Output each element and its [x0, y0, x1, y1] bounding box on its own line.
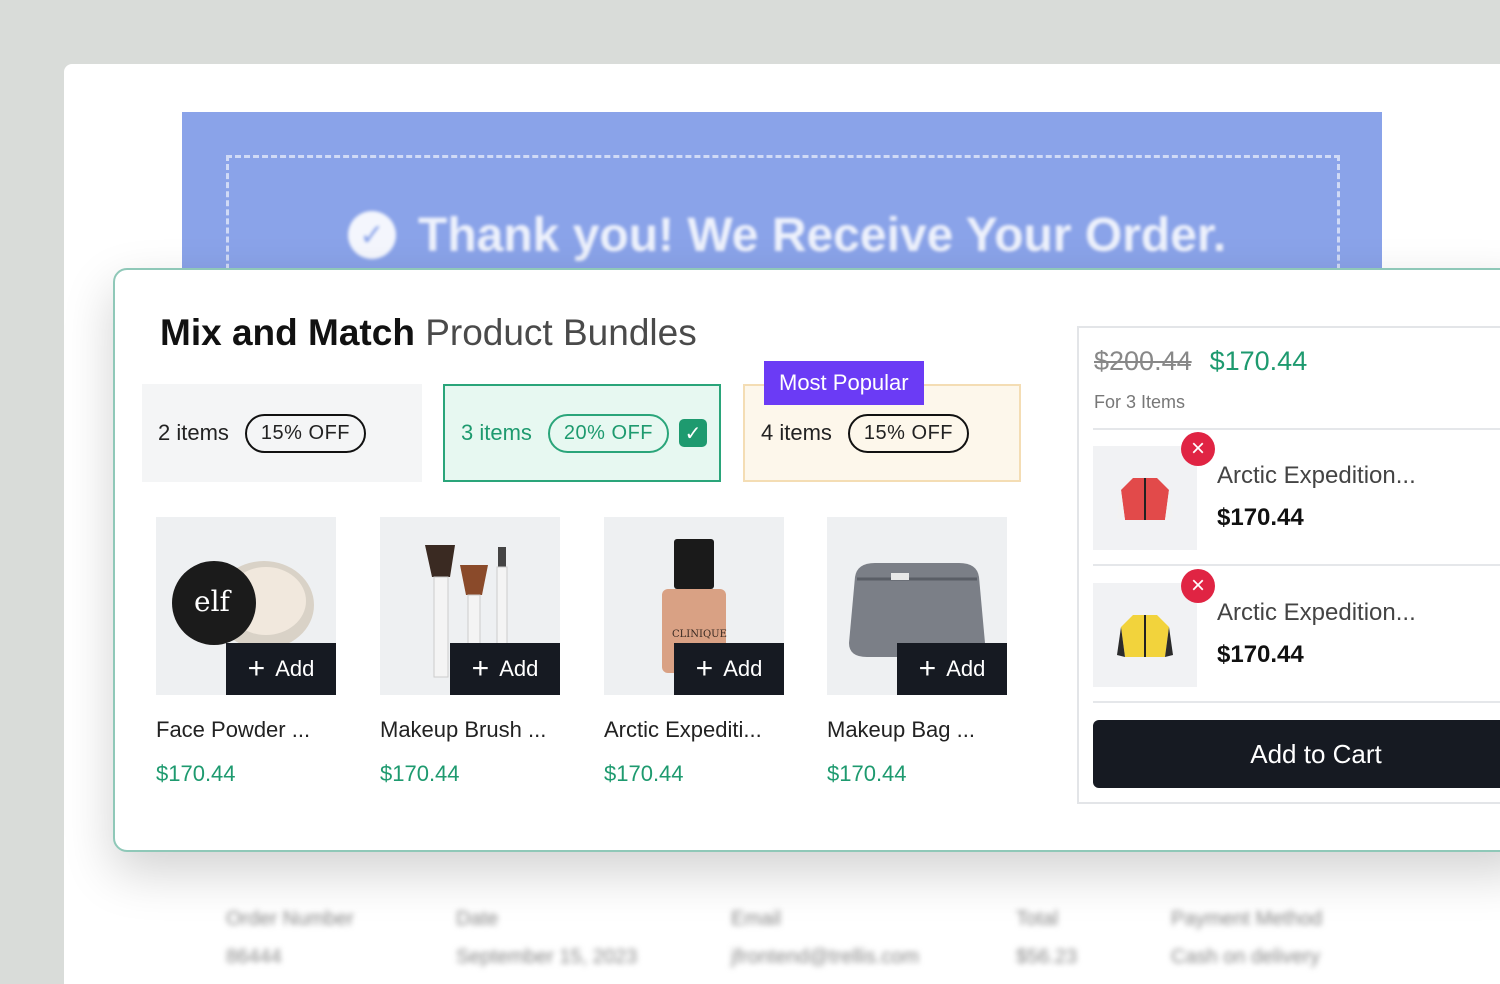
- item-name: Arctic Expedition...: [1217, 462, 1416, 489]
- table-cell: $56.23: [1016, 945, 1078, 968]
- product-image-foundation: CLINIQUE + Add: [604, 517, 784, 695]
- product-card: + Add Makeup Bag ... $170.44: [827, 517, 1007, 787]
- table-header: Order Number: [226, 907, 354, 930]
- selected-item: × Arctic Expedition... $170.44: [1093, 569, 1500, 689]
- add-button[interactable]: + Add: [450, 643, 560, 695]
- table-cell: Cash on delivery: [1171, 945, 1320, 968]
- item-thumbnail: [1093, 583, 1197, 687]
- product-price: $170.44: [604, 761, 684, 786]
- add-button[interactable]: + Add: [226, 643, 336, 695]
- add-button[interactable]: + Add: [674, 643, 784, 695]
- tier-option-3-items[interactable]: 3 items 20% OFF ✓: [443, 384, 721, 482]
- order-details-table: Order Number Date Email Total Payment Me…: [226, 900, 1376, 976]
- checkbox-checked-icon[interactable]: ✓: [679, 419, 707, 447]
- original-price: $200.44: [1094, 346, 1192, 376]
- svg-text:elf: elf: [194, 585, 233, 618]
- divider: [1093, 701, 1500, 703]
- table-cell: September 15, 2023: [456, 945, 638, 968]
- svg-text:CLINIQUE: CLINIQUE: [672, 629, 727, 640]
- add-label: Add: [946, 656, 986, 681]
- add-to-cart-button[interactable]: Add to Cart: [1093, 720, 1500, 788]
- item-price: $170.44: [1217, 641, 1304, 668]
- plus-icon: +: [247, 652, 266, 685]
- plus-icon: +: [471, 652, 490, 685]
- product-name[interactable]: Makeup Bag ...: [827, 717, 1007, 743]
- table-header: Email: [731, 907, 782, 930]
- product-price: $170.44: [827, 761, 907, 786]
- product-card: CLINIQUE + Add Arctic Expediti... $170.4…: [604, 517, 784, 787]
- remove-icon[interactable]: ×: [1181, 569, 1215, 603]
- tier-items-label: 2 items: [158, 420, 229, 445]
- tier-items-label: 4 items: [761, 420, 832, 445]
- product-card: + Add Makeup Brush ... $170.44: [380, 517, 560, 787]
- add-label: Add: [499, 656, 539, 681]
- table-header: Total: [1016, 907, 1059, 930]
- bundle-widget-card: Mix and Match Product Bundles 2 items 15…: [113, 268, 1500, 852]
- product-price: $170.44: [380, 761, 460, 786]
- title-light: Product Bundles: [425, 312, 697, 353]
- bundle-summary-panel: $200.44 $170.44 For 3 Items × Arctic Exp…: [1077, 326, 1500, 804]
- table-header: Payment Method: [1171, 907, 1323, 930]
- most-popular-badge: Most Popular: [764, 361, 924, 405]
- item-name: Arctic Expedition...: [1217, 599, 1416, 626]
- item-price: $170.44: [1217, 504, 1304, 531]
- divider: [1093, 428, 1500, 430]
- table-header: Date: [456, 907, 499, 930]
- plus-icon: +: [695, 652, 714, 685]
- table-cell: 86444: [226, 945, 282, 968]
- add-label: Add: [275, 656, 315, 681]
- selected-item: × Arctic Expedition... $170.44: [1093, 432, 1500, 552]
- title-bold: Mix and Match: [160, 312, 415, 353]
- jacket-yellow-image: [1117, 615, 1173, 657]
- discounted-price: $170.44: [1209, 346, 1308, 376]
- discount-pill: 15% OFF: [847, 413, 969, 453]
- add-label: Add: [723, 656, 763, 681]
- tier-items-label: 3 items: [461, 420, 532, 445]
- discount-pill: 15% OFF: [244, 413, 366, 453]
- tier-option-2-items[interactable]: 2 items 15% OFF: [142, 384, 422, 482]
- divider: [1093, 564, 1500, 566]
- product-image-makeup-brush: + Add: [380, 517, 560, 695]
- product-image-face-powder: elf + Add: [156, 517, 336, 695]
- summary-prices: $200.44 $170.44: [1094, 346, 1307, 377]
- product-card: elf + Add Face Powder ... $170.44: [156, 517, 336, 787]
- check-circle-icon: ✓: [348, 211, 396, 259]
- product-name[interactable]: Makeup Brush ...: [380, 717, 560, 743]
- product-name[interactable]: Arctic Expediti...: [604, 717, 784, 743]
- jacket-red-image: [1117, 478, 1173, 520]
- table-header-row: Order Number Date Email Total Payment Me…: [226, 900, 1376, 938]
- product-name[interactable]: Face Powder ...: [156, 717, 336, 743]
- item-thumbnail: [1093, 446, 1197, 550]
- banner-message: ✓ Thank you! We Receive Your Order.: [348, 205, 1226, 265]
- add-button[interactable]: + Add: [897, 643, 1007, 695]
- banner-text: Thank you! We Receive Your Order.: [418, 208, 1227, 262]
- widget-title: Mix and Match Product Bundles: [160, 312, 697, 354]
- remove-icon[interactable]: ×: [1181, 432, 1215, 466]
- product-image-makeup-bag: + Add: [827, 517, 1007, 695]
- plus-icon: +: [918, 652, 937, 685]
- product-price: $170.44: [156, 761, 236, 786]
- table-row: 86444 September 15, 2023 jfrontend@trell…: [226, 938, 1376, 976]
- table-cell: jfrontend@trellis.com: [731, 945, 920, 968]
- discount-pill: 20% OFF: [547, 413, 669, 453]
- item-count-label: For 3 Items: [1094, 392, 1186, 412]
